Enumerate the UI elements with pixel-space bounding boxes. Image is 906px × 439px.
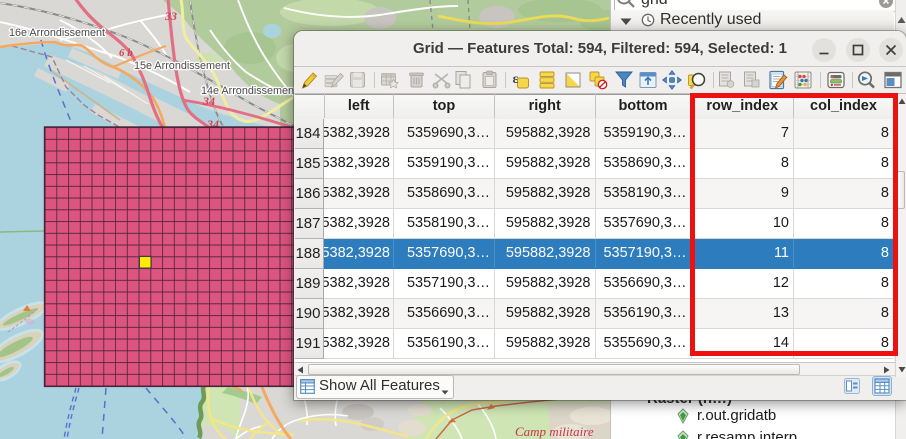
svg-text:Camp militaire: Camp militaire <box>515 424 594 439</box>
svg-text:ε: ε <box>513 72 519 87</box>
svg-text:15e Arrondissement: 15e Arrondissement <box>134 60 230 72</box>
svg-text:33: 33 <box>164 9 177 23</box>
svg-text:6 b: 6 b <box>119 47 133 59</box>
svg-text:16e Arrondissement: 16e Arrondissement <box>9 27 105 39</box>
svg-text:14e Arrondissement: 14e Arrondissement <box>201 85 297 97</box>
